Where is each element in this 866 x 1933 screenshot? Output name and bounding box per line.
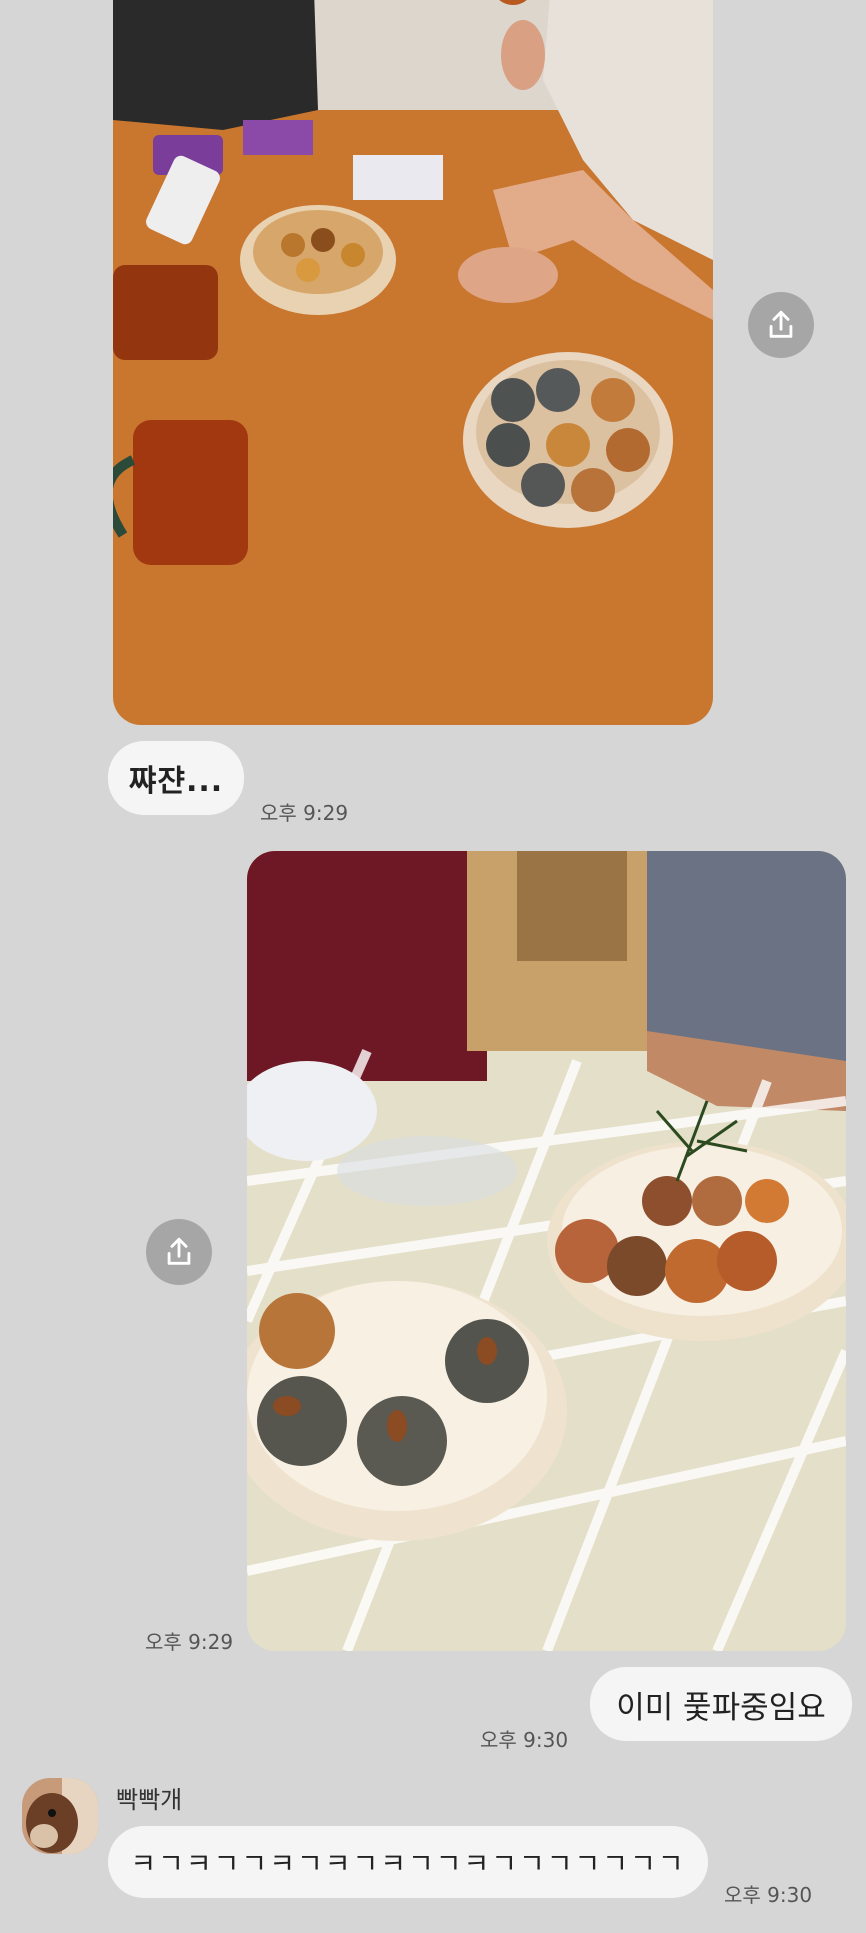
message-bubble[interactable]: 이미 풏파중임요 — [590, 1667, 852, 1741]
message-timestamp: 오후 9:30 — [724, 1883, 813, 1907]
avatar[interactable] — [22, 1778, 98, 1854]
message-text: 쨔쟌... — [128, 764, 224, 799]
share-button[interactable] — [748, 292, 814, 358]
message-text: ㅋㄱㅋㄱㄱㅋㄱㅋㄱㅋㄱㄱㅋㄱㄱㄱㄱㄱㄱㄱ — [130, 1847, 686, 1880]
message-timestamp: 오후 9:30 — [480, 1728, 569, 1752]
message-bubble[interactable]: ㅋㄱㅋㄱㄱㅋㄱㅋㄱㅋㄱㄱㅋㄱㄱㄱㄱㄱㄱㄱ — [108, 1826, 708, 1898]
share-button[interactable] — [146, 1219, 212, 1285]
message-timestamp: 오후 9:29 — [145, 1630, 234, 1654]
shared-photo-desserts[interactable] — [247, 851, 846, 1651]
shared-photo-snacks-table[interactable] — [113, 0, 713, 725]
message-text: 이미 풏파중임요 — [616, 1689, 826, 1726]
share-icon — [769, 310, 793, 338]
message-timestamp: 오후 9:29 — [260, 801, 349, 825]
share-icon — [167, 1237, 191, 1265]
sender-name: 빡빡개 — [116, 1786, 183, 1814]
message-bubble[interactable]: 쨔쟌... — [108, 741, 244, 815]
